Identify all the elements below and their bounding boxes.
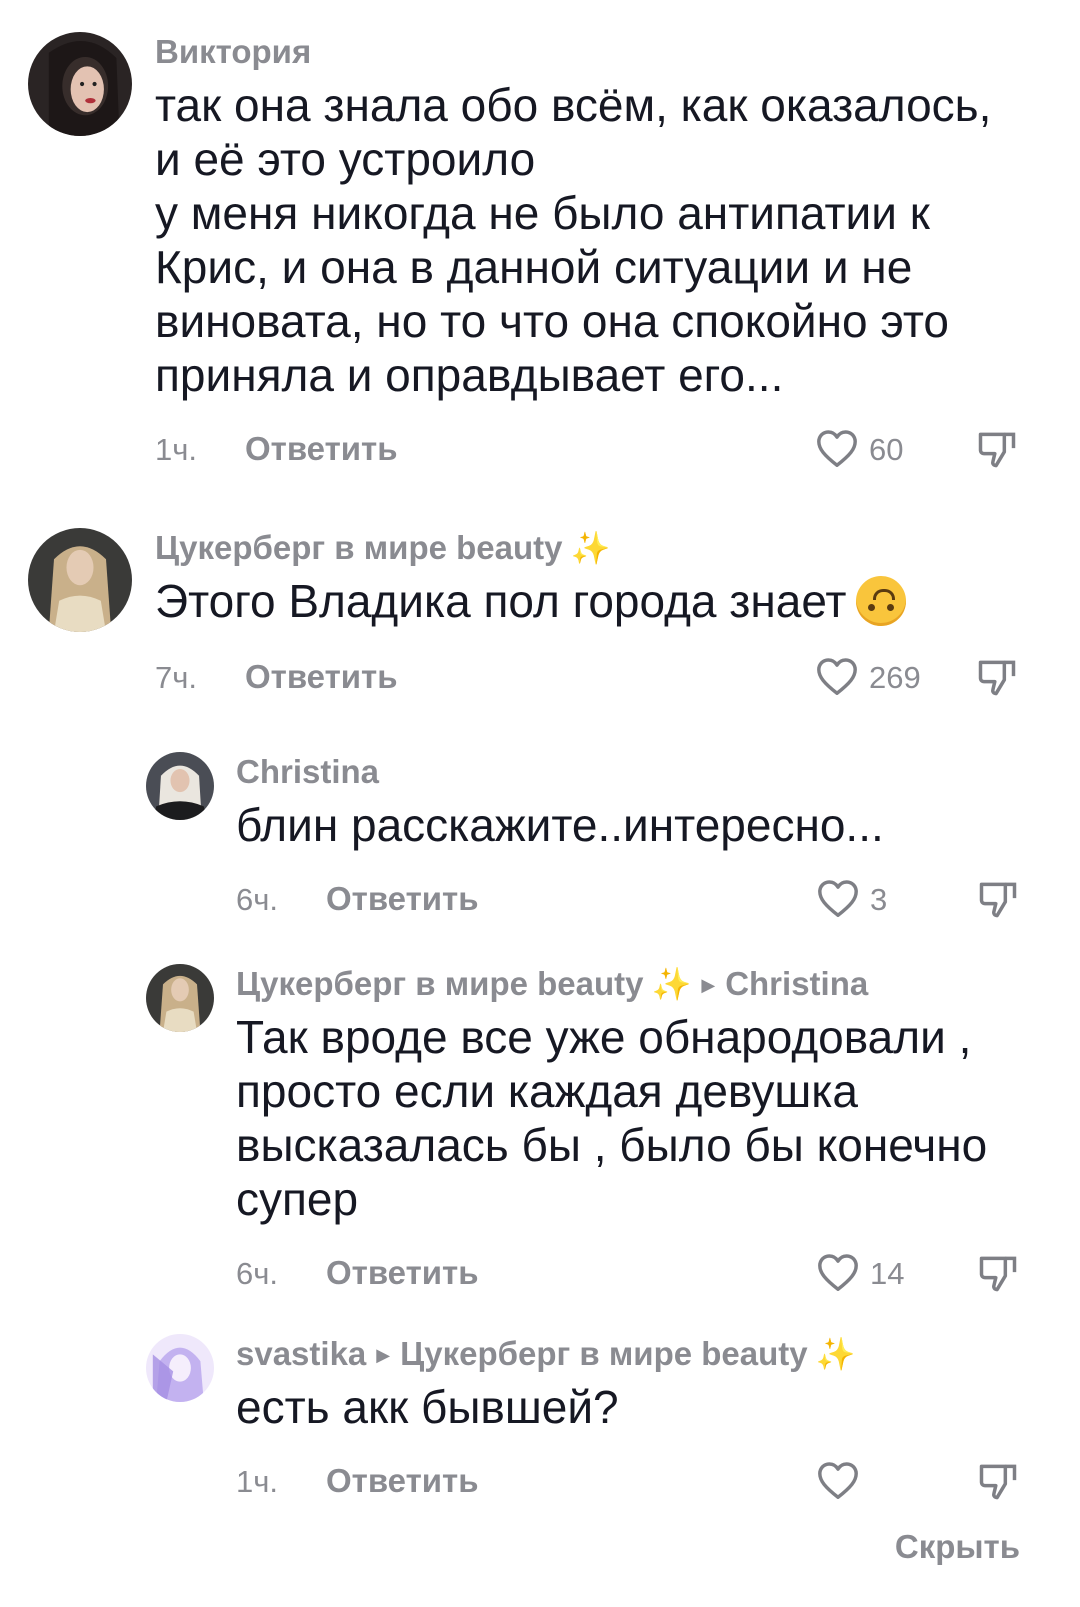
heart-outline-icon — [818, 1462, 858, 1499]
avatar[interactable] — [28, 32, 132, 136]
thumbs-down-icon — [978, 432, 1016, 468]
reply-to-author[interactable]: Цукерберг в мире beauty — [400, 1335, 808, 1372]
reply-button[interactable]: Ответить — [245, 430, 398, 468]
comment-meta: 6ч. Ответить 14 — [236, 1248, 1040, 1298]
hide-replies-button[interactable]: Скрыть — [895, 1528, 1020, 1566]
reply-button[interactable]: Ответить — [245, 658, 398, 696]
like-button[interactable]: 60 — [815, 424, 975, 474]
dislike-button[interactable] — [975, 428, 1019, 477]
like-button[interactable]: 269 — [815, 652, 975, 702]
comment-body: svastika ▶ Цукерберг в мире beauty ✨ есть а… — [236, 1334, 1040, 1506]
like-button[interactable]: 3 — [816, 874, 976, 924]
thumbs-down-icon — [979, 1256, 1017, 1292]
avatar[interactable] — [146, 1334, 214, 1402]
sparkles-icon: ✨ — [651, 966, 692, 1002]
like-button[interactable]: 14 — [816, 1248, 976, 1298]
like-count: 60 — [869, 432, 904, 467]
comment-author[interactable]: Цукерберг в мире beauty ✨ ▶ Christina — [236, 964, 1040, 1004]
like-count: 3 — [870, 882, 888, 917]
comment-meta: 7ч. Ответить 269 — [155, 652, 1040, 702]
dislike-button[interactable] — [976, 1460, 1020, 1509]
comment-body: Цукерберг в мире beauty ✨ Этого Владика п… — [155, 528, 1040, 702]
reply-button[interactable]: Ответить — [326, 880, 479, 918]
comment-meta: 1ч. Ответить 60 — [155, 424, 1040, 474]
thumbs-down-icon — [979, 882, 1017, 918]
avatar[interactable] — [146, 752, 214, 820]
comment-author[interactable]: Виктория — [155, 32, 1040, 72]
comment-text: есть акк бывшей? — [236, 1381, 619, 1433]
dislike-button[interactable] — [975, 656, 1019, 705]
heart-outline-icon — [817, 430, 857, 467]
like-count: 269 — [869, 659, 921, 695]
comment-meta: 1ч. Ответить — [236, 1456, 1040, 1506]
comment-text: Этого Владика пол города знает — [155, 574, 1040, 630]
comment-time: 7ч. — [155, 659, 198, 695]
sparkles-icon: ✨ — [570, 530, 611, 566]
dislike-button[interactable] — [976, 878, 1020, 927]
heart-outline-icon — [818, 880, 858, 917]
comment-time: 6ч. — [236, 1256, 279, 1291]
reply-button[interactable]: Ответить — [326, 1254, 479, 1292]
sparkles-icon: ✨ — [815, 1336, 856, 1372]
upside-down-face-icon — [856, 575, 907, 626]
avatar[interactable] — [146, 964, 214, 1032]
comment-author[interactable]: Цукерберг в мире beauty ✨ — [155, 528, 1040, 568]
heart-outline-icon — [817, 658, 857, 695]
thumbs-down-icon — [978, 660, 1016, 696]
comment-time: 6ч. — [236, 882, 279, 917]
triangle-right-icon: ▶ — [701, 975, 716, 995]
comment-meta: 6ч. Ответить 3 — [236, 874, 1040, 924]
comment-body: Christina блин расскажите..интересно... … — [236, 752, 1040, 924]
reply-to-author[interactable]: Christina — [725, 965, 868, 1002]
comment-text: блин расскажите..интересно... — [236, 799, 884, 851]
comment-time: 1ч. — [236, 1464, 279, 1499]
comment-text: так она знала обо всём, как оказалось, и… — [155, 79, 992, 401]
comment-body: Виктория так она знала обо всём, как ока… — [155, 32, 1040, 474]
comment-time: 1ч. — [155, 432, 198, 467]
triangle-right-icon: ▶ — [376, 1345, 391, 1365]
reply-button[interactable]: Ответить — [326, 1462, 479, 1500]
avatar[interactable] — [28, 528, 132, 632]
comment-author[interactable]: Christina — [236, 752, 1040, 792]
comment-text: Так вроде все уже обнародовали , просто … — [236, 1011, 988, 1225]
like-count: 14 — [870, 1256, 905, 1291]
heart-outline-icon — [818, 1254, 858, 1291]
thumbs-down-icon — [979, 1464, 1017, 1500]
comment-body: Цукерберг в мире beauty ✨ ▶ Christina Так в… — [236, 964, 1040, 1298]
dislike-button[interactable] — [976, 1252, 1020, 1301]
like-button[interactable] — [816, 1456, 976, 1506]
comment-author[interactable]: svastika ▶ Цукерберг в мире beauty ✨ — [236, 1334, 1040, 1374]
